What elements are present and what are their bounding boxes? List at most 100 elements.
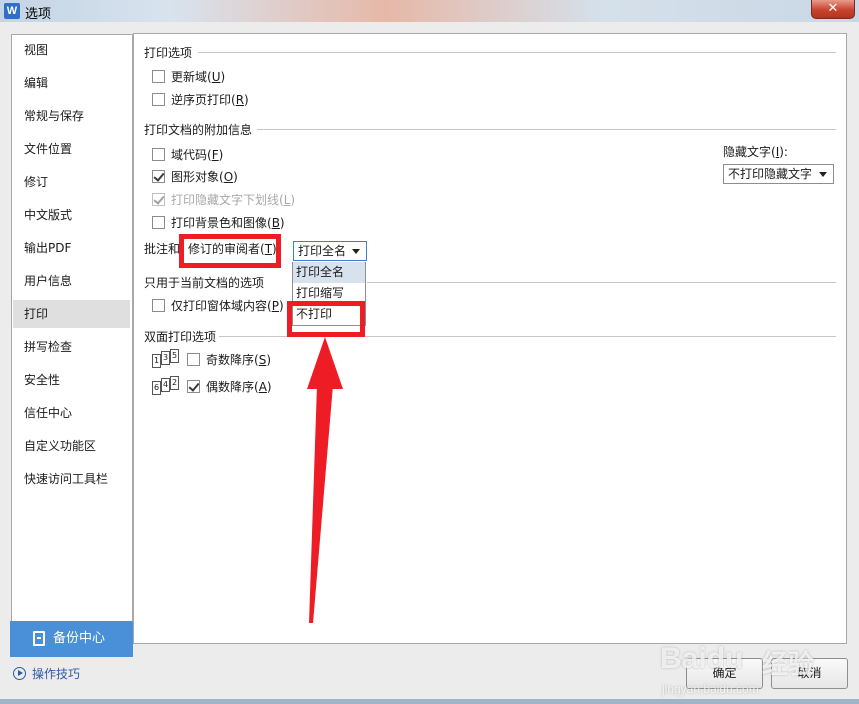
even-descending-option[interactable]: 偶数降序(A) <box>187 379 272 397</box>
drawing-objects-label-end: ) <box>233 170 238 184</box>
hidden-underline-label: 打印隐藏文字下划线( <box>171 193 284 207</box>
sidebar-item-file-locations[interactable]: 文件位置 <box>13 135 130 163</box>
update-fields-label-end: ) <box>220 70 226 84</box>
form-only-label: 仅打印窗体域内容( <box>171 299 272 313</box>
window-title: 选项 <box>25 7 52 22</box>
sidebar-item-edit[interactable]: 编辑 <box>13 69 130 97</box>
sidebar-item-chinese-layout[interactable]: 中文版式 <box>13 201 130 229</box>
print-settings-panel: 打印选项 更新域(U) 逆序页打印(R) 打印文档的附加信息 域代码(F) 图形… <box>133 33 847 644</box>
page-glyph: 2 <box>170 376 179 390</box>
option-full-name[interactable]: 打印全名 <box>293 262 365 283</box>
sidebar-item-revisions[interactable]: 修订 <box>13 168 130 196</box>
tips-link[interactable]: 操作技巧 <box>13 665 80 683</box>
hidden-underline-label-end: ) <box>290 193 296 207</box>
print-options-heading: 打印选项 <box>144 46 193 60</box>
hidden-text-label: 隐藏文字(I): <box>723 144 788 162</box>
update-fields-checkbox[interactable] <box>152 70 165 83</box>
odd-descending-label-end: ) <box>266 353 271 367</box>
reverse-order-checkbox[interactable] <box>152 93 165 106</box>
page-glyph: 4 <box>161 378 170 392</box>
sidebar-item-general-save[interactable]: 常规与保存 <box>13 102 130 130</box>
hidden-text-label-text: 隐藏文字( <box>723 145 776 159</box>
field-codes-label: 域代码( <box>171 148 212 162</box>
backup-center-label: 备份中心 <box>53 631 106 646</box>
form-only-accesskey: P <box>271 299 279 313</box>
reviewer-dropdown[interactable]: 打印全名 <box>293 241 367 261</box>
backup-center-button[interactable]: 备份中心 <box>10 621 133 657</box>
annotation-highlight-no-print <box>287 301 365 337</box>
background-label-end: ) <box>279 216 285 230</box>
field-codes-accesskey: F <box>211 148 219 162</box>
annotation-highlight-reviewer <box>179 234 281 268</box>
backup-document-icon <box>33 631 45 646</box>
duplex-heading: 双面打印选项 <box>144 330 217 344</box>
divider <box>198 52 836 53</box>
divider <box>257 129 836 130</box>
play-circle-icon <box>13 667 26 680</box>
sidebar-item-security[interactable]: 安全性 <box>13 366 130 394</box>
hidden-text-label-end: ): <box>779 145 788 159</box>
title-bar: W 选项 ✕ <box>0 0 859 22</box>
current-doc-heading: 只用于当前文档的选项 <box>144 276 265 290</box>
even-descending-label-end: ) <box>266 380 272 394</box>
sidebar-item-view[interactable]: 视图 <box>13 36 130 64</box>
tips-label: 操作技巧 <box>32 667 81 681</box>
sidebar-item-spelling[interactable]: 拼写检查 <box>13 333 130 361</box>
sidebar-item-trust-center[interactable]: 信任中心 <box>13 399 130 427</box>
field-codes-label-end: ) <box>218 148 224 162</box>
cancel-button[interactable]: 取消 <box>771 658 848 689</box>
form-only-checkbox[interactable] <box>152 299 165 312</box>
background-accesskey: B <box>271 216 280 230</box>
even-descending-icon: 6 4 2 <box>152 376 182 396</box>
hidden-underline-checkbox <box>152 193 165 206</box>
drawing-objects-accesskey: O <box>223 170 234 184</box>
reverse-order-accesskey: R <box>235 93 245 107</box>
even-descending-label: 偶数降序( <box>206 380 259 394</box>
dialog-body: 视图 编辑 常规与保存 文件位置 修订 中文版式 输出PDF 用户信息 打印 拼… <box>0 22 859 699</box>
update-fields-label: 更新域( <box>171 70 212 84</box>
background-option[interactable]: 打印背景色和图像(B) <box>152 215 285 233</box>
odd-descending-checkbox[interactable] <box>187 353 200 366</box>
even-descending-checkbox[interactable] <box>187 380 200 393</box>
page-glyph: 5 <box>170 349 179 363</box>
hidden-text-value: 不打印隐藏文字 <box>728 167 813 181</box>
odd-descending-icon: 1 3 5 <box>152 349 182 369</box>
form-only-option[interactable]: 仅打印窗体域内容(P) <box>152 298 284 316</box>
divider <box>367 282 836 283</box>
sidebar-item-customize-ribbon[interactable]: 自定义功能区 <box>13 432 130 460</box>
hidden-text-dropdown[interactable]: 不打印隐藏文字 <box>723 164 834 184</box>
comment-label: 批注和 <box>144 242 181 256</box>
page-glyph: 1 <box>152 354 161 368</box>
field-codes-option[interactable]: 域代码(F) <box>152 147 223 165</box>
field-codes-checkbox[interactable] <box>152 148 165 161</box>
sidebar-item-quick-access-toolbar[interactable]: 快速访问工具栏 <box>13 465 130 493</box>
annotation-arrow <box>307 337 343 623</box>
reviewer-value: 打印全名 <box>298 244 347 258</box>
background-checkbox[interactable] <box>152 216 165 229</box>
page-glyph: 6 <box>152 381 161 395</box>
reverse-order-label: 逆序页打印( <box>171 93 236 107</box>
sidebar-item-print[interactable]: 打印 <box>13 300 130 328</box>
hidden-underline-option: 打印隐藏文字下划线(L) <box>152 192 295 210</box>
drawing-objects-option[interactable]: 图形对象(O) <box>152 169 238 187</box>
reverse-order-label-end: ) <box>244 93 249 107</box>
close-button[interactable]: ✕ <box>811 0 855 19</box>
drawing-objects-checkbox[interactable] <box>152 170 165 183</box>
background-label: 打印背景色和图像( <box>171 216 272 230</box>
page-glyph: 3 <box>161 351 170 365</box>
reverse-order-option[interactable]: 逆序页打印(R) <box>152 92 249 110</box>
sidebar-item-export-pdf[interactable]: 输出PDF <box>13 234 130 262</box>
close-icon: ✕ <box>827 1 839 16</box>
drawing-objects-label: 图形对象( <box>171 170 224 184</box>
sidebar-item-user-info[interactable]: 用户信息 <box>13 267 130 295</box>
chevron-down-icon <box>819 172 827 177</box>
chevron-down-icon <box>352 249 360 254</box>
odd-descending-label: 奇数降序( <box>206 353 259 367</box>
odd-descending-option[interactable]: 奇数降序(S) <box>187 352 271 370</box>
update-fields-option[interactable]: 更新域(U) <box>152 69 225 87</box>
options-sidebar: 视图 编辑 常规与保存 文件位置 修订 中文版式 输出PDF 用户信息 打印 拼… <box>11 34 133 644</box>
ok-button[interactable]: 确定 <box>686 658 763 689</box>
wps-app-icon: W <box>4 3 20 19</box>
form-only-label-end: ) <box>278 299 284 313</box>
extra-info-heading: 打印文档的附加信息 <box>144 123 253 137</box>
